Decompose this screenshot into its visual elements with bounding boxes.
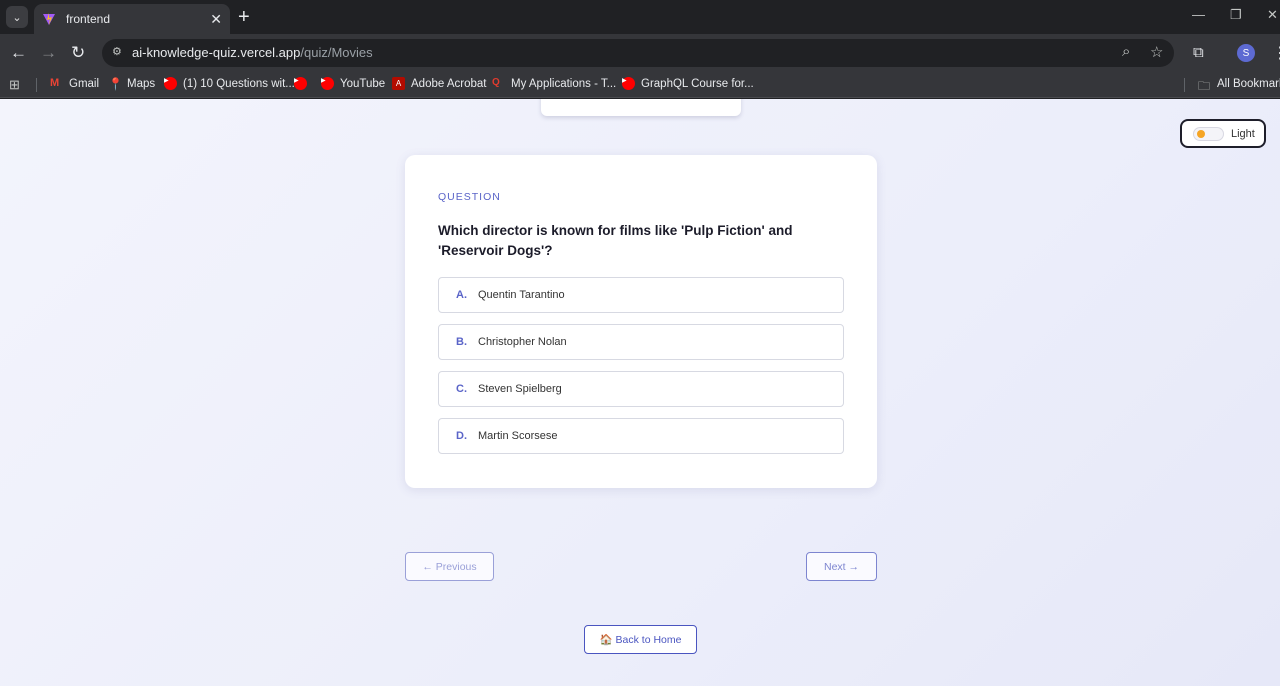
bookmark-youtube[interactable]: ▶ YouTube <box>321 77 385 90</box>
forward-icon[interactable]: → <box>40 42 57 64</box>
quiz-page: Light QUESTION Which director is known f… <box>0 99 1280 686</box>
acrobat-icon: A <box>392 77 405 90</box>
reload-icon[interactable]: ↻ <box>71 42 85 64</box>
option-text: Quentin Tarantino <box>478 289 565 301</box>
question-card: QUESTION Which director is known for fil… <box>405 155 877 488</box>
option-letter: B. <box>456 336 467 348</box>
youtube-icon: ▶ <box>164 77 177 90</box>
option-c[interactable]: C. Steven Spielberg <box>438 371 844 407</box>
bookmark-youtube-unlabeled[interactable]: ▶ <box>294 77 313 90</box>
new-tab-icon[interactable]: + <box>238 6 250 28</box>
youtube-icon: ▶ <box>622 77 635 90</box>
option-letter: C. <box>456 383 467 395</box>
bookmark-my-applications[interactable]: Q My Applications - T... <box>492 77 616 90</box>
address-bar[interactable]: ⚙ ai-knowledge-quiz.vercel.app/quiz/Movi… <box>102 39 1174 67</box>
youtube-icon: ▶ <box>321 77 334 90</box>
close-icon[interactable]: ✕ <box>210 11 222 28</box>
extensions-icon[interactable]: ⧉ <box>1193 44 1204 61</box>
minimize-icon[interactable]: — <box>1192 7 1205 22</box>
tab-strip: ⌄ frontend ✕ + — ❐ ✕ <box>0 0 1280 34</box>
gmail-icon: M <box>50 77 60 89</box>
toggle-switch[interactable] <box>1193 126 1224 141</box>
previous-button[interactable]: ← Previous <box>405 552 494 581</box>
app-icon: Q <box>492 77 500 88</box>
option-text: Steven Spielberg <box>478 383 562 395</box>
url-text: ai-knowledge-quiz.vercel.app/quiz/Movies <box>132 45 373 60</box>
theme-toggle[interactable]: Light <box>1180 119 1266 148</box>
maps-icon: 📍 <box>108 77 123 91</box>
progress-card <box>541 99 741 116</box>
active-tab[interactable]: frontend ✕ <box>34 4 230 34</box>
bookmark-10-questions[interactable]: ▶ (1) 10 Questions wit... <box>164 77 295 90</box>
theme-label: Light <box>1231 127 1255 140</box>
bookmark-maps[interactable]: 📍 Maps <box>108 77 155 91</box>
avatar[interactable]: S <box>1237 44 1255 62</box>
option-letter: D. <box>456 430 467 442</box>
divider <box>36 78 37 92</box>
all-bookmarks[interactable]: 🗀 All Bookmarks <box>1198 77 1280 94</box>
sun-icon <box>1197 129 1205 138</box>
tab-search-button[interactable]: ⌄ <box>6 6 28 28</box>
bookmark-star-icon[interactable]: ☆ <box>1150 43 1163 61</box>
tab-title: frontend <box>66 12 111 26</box>
question-text: Which director is known for films like '… <box>438 223 793 258</box>
vite-favicon-icon <box>43 13 55 25</box>
option-d[interactable]: D. Martin Scorsese <box>438 418 844 454</box>
bookmark-gmail[interactable]: M Gmail <box>50 77 99 90</box>
menu-icon[interactable]: ⋮ <box>1272 43 1280 63</box>
bookmark-adobe-acrobat[interactable]: A Adobe Acrobat <box>392 77 486 90</box>
apps-grid-icon[interactable]: ⊞ <box>9 77 20 93</box>
chevron-down-icon: ⌄ <box>12 11 22 24</box>
bookmark-graphql-course[interactable]: ▶ GraphQL Course for... <box>622 77 754 90</box>
question-eyebrow: QUESTION <box>438 191 501 203</box>
zoom-icon[interactable]: ⌕ <box>1122 43 1130 60</box>
next-button[interactable]: Next → <box>806 552 877 581</box>
option-a[interactable]: A. Quentin Tarantino <box>438 277 844 313</box>
browser-toolbar: ← → ↻ ⚙ ai-knowledge-quiz.vercel.app/qui… <box>0 34 1280 72</box>
back-to-home-button[interactable]: 🏠 Back to Home <box>584 625 697 654</box>
option-text: Christopher Nolan <box>478 336 567 348</box>
restore-icon[interactable]: ❐ <box>1230 7 1242 23</box>
youtube-icon: ▶ <box>294 77 307 90</box>
option-text: Martin Scorsese <box>478 430 558 442</box>
option-b[interactable]: B. Christopher Nolan <box>438 324 844 360</box>
option-letter: A. <box>456 289 467 301</box>
folder-icon: 🗀 <box>1198 79 1211 93</box>
divider <box>1184 78 1185 92</box>
bookmarks-bar: ⊞ M Gmail 📍 Maps ▶ (1) 10 Questions wit.… <box>0 72 1280 98</box>
site-info-icon[interactable]: ⚙ <box>112 45 122 58</box>
window-close-icon[interactable]: ✕ <box>1267 7 1278 23</box>
back-icon[interactable]: ← <box>10 42 27 64</box>
